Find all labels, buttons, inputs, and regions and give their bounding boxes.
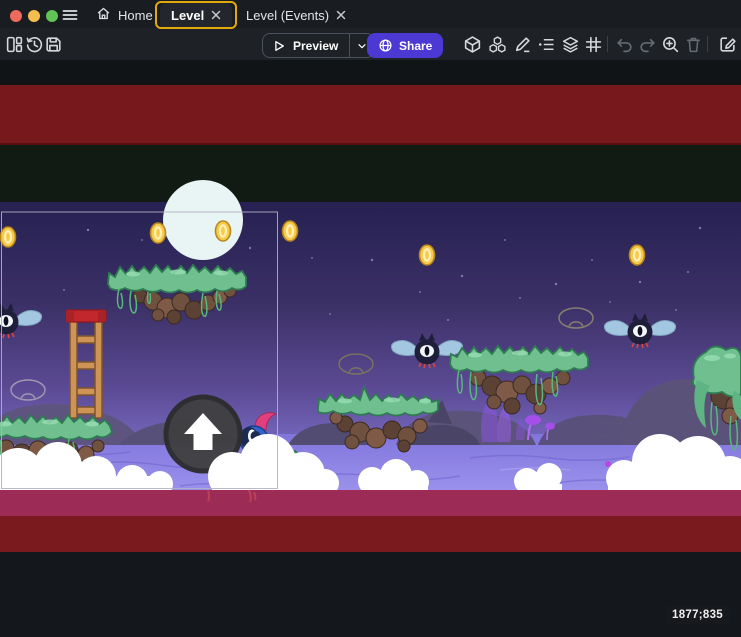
coin[interactable] — [1, 227, 16, 247]
preview-button-main[interactable]: Preview — [263, 34, 349, 57]
undo-button[interactable] — [612, 32, 636, 56]
scene-editor-canvas[interactable]: 1877;835 — [0, 60, 741, 637]
instances-list-icon — [536, 35, 555, 54]
home-icon — [96, 6, 111, 24]
close-window-button[interactable] — [10, 10, 22, 22]
edit-scene-properties-button[interactable] — [715, 32, 739, 56]
coin[interactable] — [630, 245, 645, 265]
save-button[interactable] — [41, 32, 65, 56]
scene-svg — [0, 60, 741, 637]
coin[interactable] — [216, 221, 231, 241]
magenta-band[interactable] — [0, 490, 741, 516]
trash-icon — [684, 35, 703, 54]
tab-home-label: Home — [118, 8, 153, 23]
preview-button-label: Preview — [293, 39, 338, 53]
coin[interactable] — [420, 245, 435, 265]
redo-icon — [638, 35, 657, 54]
zoom-in-button[interactable] — [658, 32, 682, 56]
minimize-window-button[interactable] — [28, 10, 40, 22]
cube-icon — [463, 35, 482, 54]
edit-square-icon — [718, 35, 737, 54]
add-object-button[interactable] — [460, 32, 484, 56]
red-band-top[interactable] — [0, 85, 741, 145]
tab-home[interactable]: Home — [96, 3, 153, 27]
play-icon — [272, 39, 286, 53]
undo-icon — [615, 35, 634, 54]
dark-band[interactable] — [0, 145, 741, 202]
tab-level-events-label: Level (Events) — [246, 8, 329, 23]
close-icon[interactable] — [336, 10, 346, 20]
instances-list-button[interactable] — [533, 32, 557, 56]
redo-button[interactable] — [635, 32, 659, 56]
save-icon — [44, 35, 63, 54]
hamburger-menu-icon[interactable] — [60, 5, 79, 24]
tab-level-label: Level — [171, 8, 204, 23]
grid-button[interactable] — [581, 32, 605, 56]
grid-icon — [584, 35, 603, 54]
toolbar-divider — [707, 36, 708, 52]
preview-button[interactable]: Preview — [262, 33, 375, 58]
zoom-in-icon — [661, 35, 680, 54]
edit-object-button[interactable] — [510, 32, 534, 56]
app-window: Home Level Level (Events) Preview — [0, 0, 741, 637]
object-groups-icon — [488, 35, 507, 54]
panels-icon — [5, 35, 24, 54]
title-bar: Home Level Level (Events) — [0, 0, 741, 28]
coin[interactable] — [151, 223, 166, 243]
layers-button[interactable] — [558, 32, 582, 56]
delete-button[interactable] — [681, 32, 705, 56]
globe-icon — [378, 38, 393, 53]
maximize-window-button[interactable] — [46, 10, 58, 22]
close-icon[interactable] — [211, 10, 221, 20]
toolbar-divider — [607, 36, 608, 52]
tab-level[interactable]: Level — [160, 3, 232, 27]
share-button[interactable]: Share — [367, 33, 443, 58]
coin[interactable] — [283, 221, 298, 241]
cursor-coordinates-badge: 1877;835 — [665, 606, 730, 624]
red-band-bottom[interactable] — [0, 516, 741, 552]
tab-level-events[interactable]: Level (Events) — [246, 3, 346, 27]
layers-icon — [561, 35, 580, 54]
pencil-icon — [513, 35, 532, 54]
object-groups-button[interactable] — [485, 32, 509, 56]
share-button-label: Share — [399, 39, 432, 53]
moon[interactable] — [163, 180, 243, 260]
